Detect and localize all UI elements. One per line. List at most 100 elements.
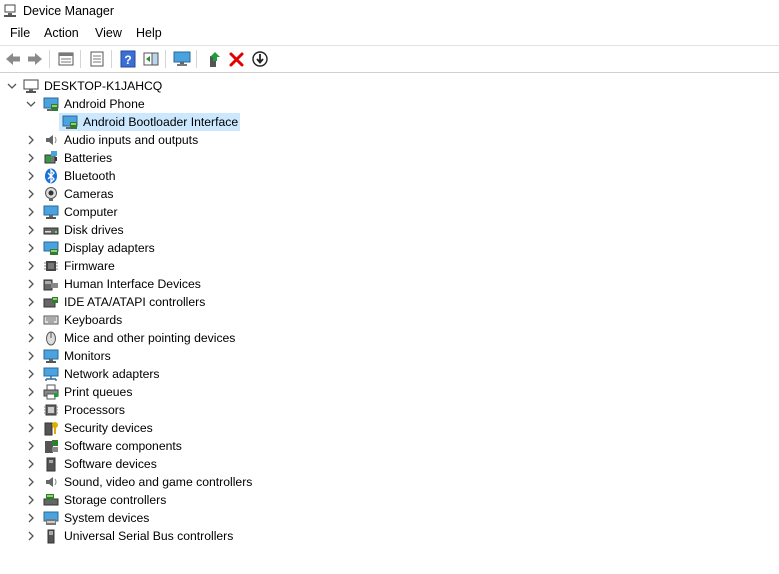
chevron-right-icon[interactable] [25, 404, 37, 416]
chevron-right-icon[interactable] [25, 296, 37, 308]
disk-drive-icon [43, 222, 59, 238]
tree-item-network-adapters[interactable]: Network adapters [0, 365, 779, 383]
chevron-right-icon[interactable] [25, 188, 37, 200]
chevron-right-icon[interactable] [25, 422, 37, 434]
tree-item-bluetooth[interactable]: Bluetooth [0, 167, 779, 185]
tree-item-ide-ata-atapi-controllers[interactable]: IDE ATA/ATAPI controllers [0, 293, 779, 311]
firmware-chip-icon [43, 258, 59, 274]
chevron-right-icon[interactable] [25, 476, 37, 488]
tree-label: Cameras [64, 187, 114, 201]
forward-arrow-icon[interactable] [26, 50, 44, 68]
chevron-right-icon[interactable] [25, 278, 37, 290]
computer-icon [43, 204, 59, 220]
menu-action[interactable]: Action [43, 26, 80, 40]
chevron-right-icon[interactable] [25, 440, 37, 452]
title-bar: Device Manager [0, 0, 779, 24]
uninstall-x-icon[interactable] [228, 50, 246, 68]
chevron-right-icon[interactable] [25, 332, 37, 344]
properties-icon[interactable] [57, 50, 75, 68]
menu-view[interactable]: View [94, 26, 123, 40]
tree-item-audio-inputs-and-outputs[interactable]: Audio inputs and outputs [0, 131, 779, 149]
battery-icon [43, 150, 59, 166]
tree-item-sound-video-and-game-controllers[interactable]: Sound, video and game controllers [0, 473, 779, 491]
menu-help[interactable]: Help [135, 26, 163, 40]
tree-item-security-devices[interactable]: Security devices [0, 419, 779, 437]
tree-item-android-bootloader-interface[interactable]: Android Bootloader Interface [0, 113, 779, 131]
chevron-right-icon[interactable] [25, 260, 37, 272]
keyboard-icon [43, 312, 59, 328]
help-icon[interactable]: ? [119, 50, 137, 68]
chevron-right-icon[interactable] [25, 206, 37, 218]
tree-item-system-devices[interactable]: System devices [0, 509, 779, 527]
camera-icon [43, 186, 59, 202]
chevron-right-icon[interactable] [25, 224, 37, 236]
tree-item-batteries[interactable]: Batteries [0, 149, 779, 167]
hid-icon [43, 276, 59, 292]
chevron-right-icon[interactable] [25, 170, 37, 182]
menu-file[interactable]: File [9, 26, 31, 40]
chevron-right-icon[interactable] [25, 494, 37, 506]
tree-label: Keyboards [64, 313, 123, 327]
tree-item-print-queues[interactable]: Print queues [0, 383, 779, 401]
android-phone-icon [43, 96, 59, 112]
tree-label: Security devices [64, 421, 153, 435]
tree-item-storage-controllers[interactable]: Storage controllers [0, 491, 779, 509]
tree-item-monitors[interactable]: Monitors [0, 347, 779, 365]
mouse-icon [43, 330, 59, 346]
tree-label: Display adapters [64, 241, 155, 255]
tree-label: Batteries [64, 151, 113, 165]
tree-item-software-devices[interactable]: Software devices [0, 455, 779, 473]
chevron-right-icon[interactable] [25, 134, 37, 146]
tree-label: Computer [64, 205, 118, 219]
chevron-right-icon[interactable] [25, 152, 37, 164]
tree-label: Processors [64, 403, 125, 417]
chevron-right-icon[interactable] [25, 530, 37, 542]
toolbar: ? [0, 45, 779, 73]
chevron-down-icon[interactable] [6, 80, 18, 92]
chevron-right-icon[interactable] [25, 512, 37, 524]
tree-item-computer[interactable]: Computer [0, 203, 779, 221]
sound-controller-icon [43, 474, 59, 490]
tree-item-human-interface-devices[interactable]: Human Interface Devices [0, 275, 779, 293]
usb-controller-icon [43, 528, 59, 544]
tree-item-disk-drives[interactable]: Disk drives [0, 221, 779, 239]
tree-item-universal-serial-bus-controllers[interactable]: Universal Serial Bus controllers [0, 527, 779, 545]
tree-item-android-phone[interactable]: Android Phone [0, 95, 779, 113]
window-title: Device Manager [23, 4, 115, 18]
action-pane-icon[interactable] [142, 50, 160, 68]
chevron-right-icon[interactable] [25, 386, 37, 398]
chevron-down-icon[interactable] [25, 98, 37, 110]
processor-icon [43, 402, 59, 418]
tree-label: Software devices [64, 457, 157, 471]
tree-item-display-adapters[interactable]: Display adapters [0, 239, 779, 257]
tree-item-software-components[interactable]: Software components [0, 437, 779, 455]
tree-root[interactable]: DESKTOP-K1JAHCQ [0, 77, 779, 95]
computer-name-label: DESKTOP-K1JAHCQ [44, 79, 163, 93]
chevron-right-icon[interactable] [25, 314, 37, 326]
toolbar-separator [111, 50, 112, 68]
chevron-right-icon[interactable] [25, 242, 37, 254]
chevron-right-icon[interactable] [25, 458, 37, 470]
tree-label: Mice and other pointing devices [64, 331, 236, 345]
back-arrow-icon[interactable] [4, 50, 22, 68]
tree-item-mice-and-other-pointing-devices[interactable]: Mice and other pointing devices [0, 329, 779, 347]
scan-hardware-icon[interactable] [173, 50, 191, 68]
tree-item-cameras[interactable]: Cameras [0, 185, 779, 203]
svg-text:?: ? [124, 53, 131, 67]
update-driver-icon[interactable] [251, 50, 269, 68]
chevron-right-icon[interactable] [25, 368, 37, 380]
tree-item-processors[interactable]: Processors [0, 401, 779, 419]
computer-desktop-icon [23, 78, 39, 94]
tree-label: Monitors [64, 349, 111, 363]
tree-item-keyboards[interactable]: Keyboards [0, 311, 779, 329]
toolbar-separator [165, 50, 166, 68]
tree-item-firmware[interactable]: Firmware [0, 257, 779, 275]
enable-device-icon[interactable] [205, 50, 223, 68]
display-adapter-icon [43, 240, 59, 256]
tree-label: IDE ATA/ATAPI controllers [64, 295, 206, 309]
chevron-right-icon[interactable] [25, 350, 37, 362]
tree-label: Audio inputs and outputs [64, 133, 199, 147]
menu-bar: File Action View Help [0, 24, 779, 44]
update-view-icon[interactable] [88, 50, 106, 68]
system-device-icon [43, 510, 59, 526]
